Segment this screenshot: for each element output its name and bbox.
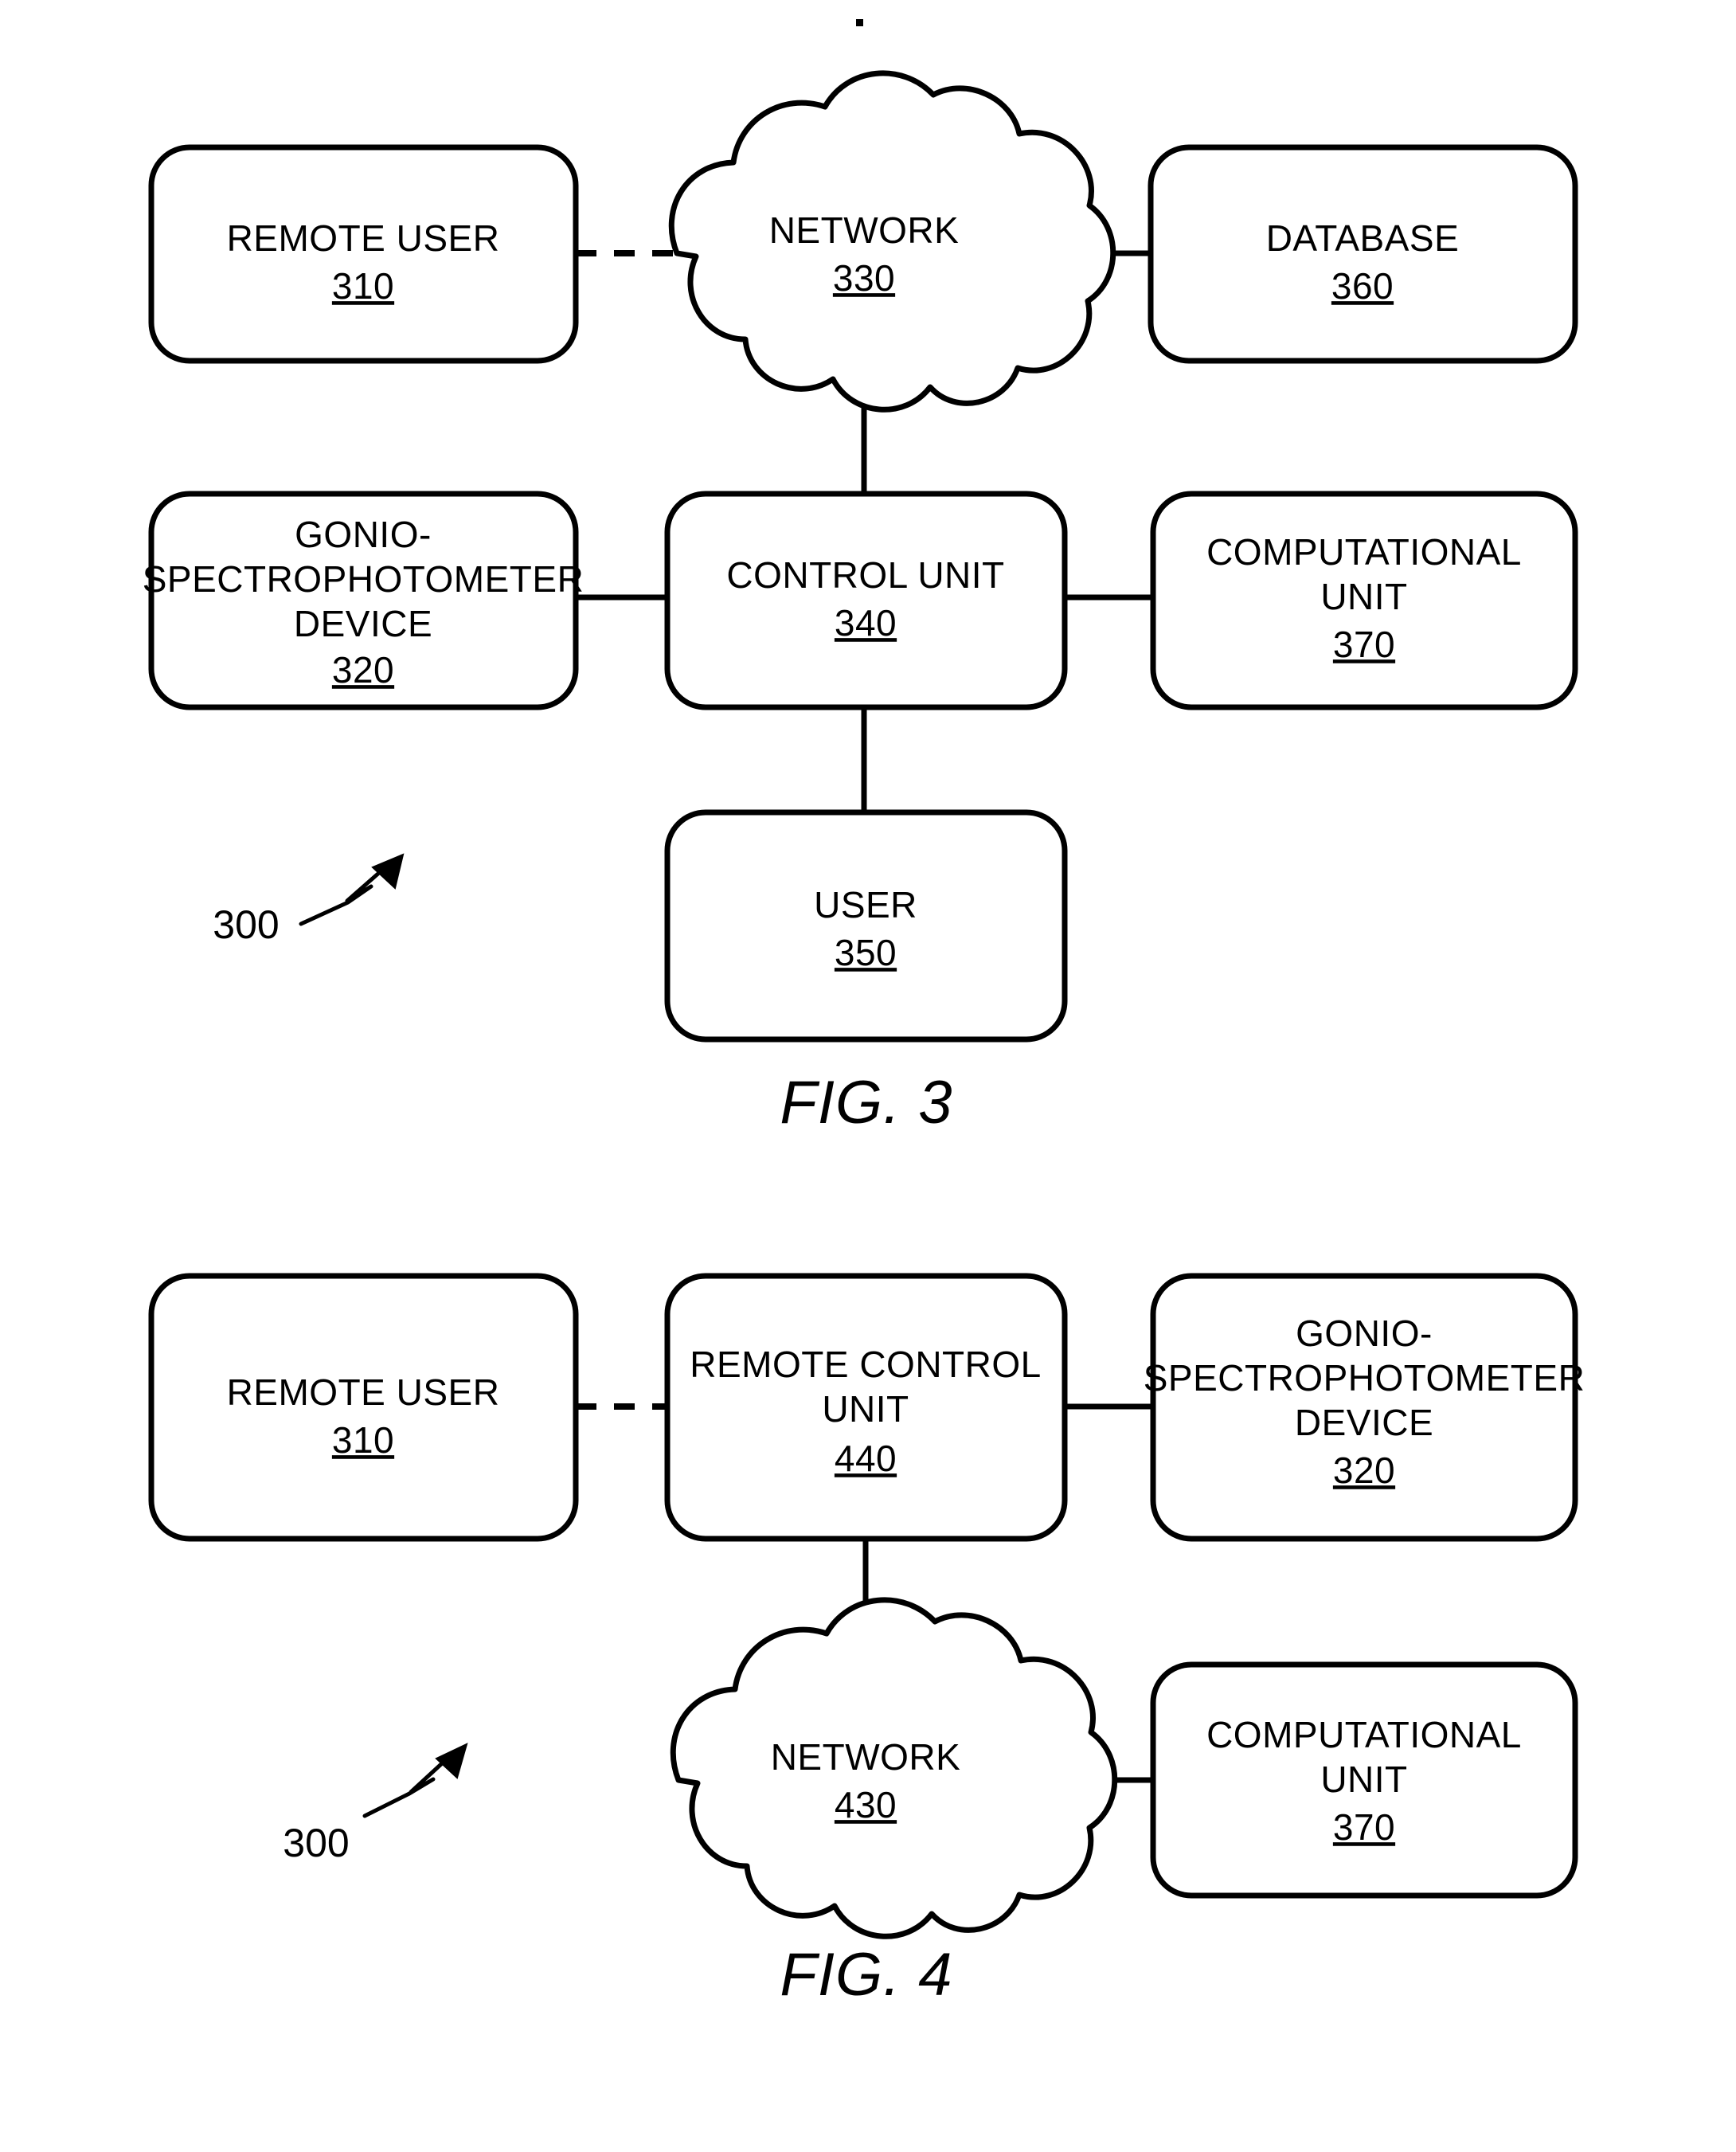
node-control-unit-340-box	[664, 491, 1068, 710]
figure-4: REMOTE USER 310 REMOTE CONTROL UNIT 440 …	[148, 1273, 1585, 2009]
node-computational-unit-370-fig4[interactable]: COMPUTATIONAL UNIT 370	[1150, 1661, 1578, 1899]
figure-3: REMOTE USER 310 NETWORK 330 DATABASE 360…	[143, 70, 1578, 1137]
node-gonio-320-number: 320	[332, 649, 394, 691]
figures-canvas: REMOTE USER 310 NETWORK 330 DATABASE 360…	[143, 19, 1585, 2009]
node-gonio-320-fig4-label-line-2: SPECTROPHOTOMETER	[1144, 1357, 1585, 1399]
node-remote-user-310-fig4[interactable]: REMOTE USER 310	[148, 1273, 579, 1542]
lead-arrow-head-fig4	[435, 1743, 468, 1779]
node-gonio-320-label-line-3: DEVICE	[294, 603, 432, 644]
node-computational-unit-370[interactable]: COMPUTATIONAL UNIT 370	[1150, 491, 1578, 710]
node-remote-user-310-label: REMOTE USER	[227, 217, 500, 259]
figure-3-caption: FIG. 3	[780, 1069, 952, 1137]
node-network-430[interactable]: NETWORK 430	[670, 1597, 1118, 1939]
reference-numeral-300-fig3: 300	[213, 853, 405, 947]
node-database-360[interactable]: DATABASE 360	[1148, 144, 1578, 364]
node-network-430-label: NETWORK	[771, 1736, 961, 1778]
lead-arrow-head-fig3	[371, 853, 405, 890]
node-gonio-320-label-line-2: SPECTROPHOTOMETER	[143, 558, 585, 600]
node-remote-control-unit-440-label-line-2: UNIT	[822, 1388, 909, 1430]
node-remote-user-310-number: 310	[332, 265, 394, 307]
reference-numeral-300-fig4: 300	[283, 1743, 468, 1865]
node-gonio-320-label-line-1: GONIO-	[295, 514, 432, 555]
node-remote-user-310-fig4-number: 310	[332, 1419, 394, 1461]
node-gonio-320-fig4-label-line-1: GONIO-	[1296, 1313, 1433, 1354]
node-database-360-label: DATABASE	[1266, 217, 1460, 259]
node-network-430-number: 430	[835, 1784, 897, 1825]
node-gonio-spectrophotometer-device-320-fig4[interactable]: GONIO- SPECTROPHOTOMETER DEVICE 320	[1144, 1273, 1585, 1542]
node-user-350-number: 350	[835, 932, 897, 973]
node-database-360-number: 360	[1331, 265, 1394, 307]
node-computational-unit-370-number: 370	[1333, 624, 1395, 665]
node-control-unit-340-label: CONTROL UNIT	[726, 554, 1004, 596]
node-gonio-320-fig4-label-line-3: DEVICE	[1295, 1402, 1433, 1443]
node-network-330-label: NETWORK	[769, 209, 960, 251]
node-user-350-label: USER	[814, 884, 917, 925]
node-computational-unit-370-fig4-number: 370	[1333, 1806, 1395, 1848]
node-computational-unit-370-fig4-label-line-2: UNIT	[1320, 1759, 1407, 1800]
node-control-unit-340-number: 340	[835, 602, 897, 644]
figure-4-caption: FIG. 4	[780, 1941, 952, 2009]
node-remote-control-unit-440[interactable]: REMOTE CONTROL UNIT 440	[664, 1273, 1068, 1542]
node-remote-control-unit-440-number: 440	[835, 1438, 897, 1479]
node-computational-unit-370-label-line-1: COMPUTATIONAL	[1206, 531, 1522, 573]
node-user-350-box	[664, 809, 1068, 1043]
reference-numeral-300-label-fig3: 300	[213, 902, 279, 947]
node-gonio-spectrophotometer-device-320[interactable]: GONIO- SPECTROPHOTOMETER DEVICE 320	[143, 491, 585, 710]
node-remote-control-unit-440-label-line-1: REMOTE CONTROL	[690, 1344, 1041, 1385]
patent-drawing-sheet: REMOTE USER 310 NETWORK 330 DATABASE 360…	[0, 0, 1736, 2152]
node-remote-user-310-fig4-label: REMOTE USER	[227, 1371, 500, 1413]
reference-numeral-300-label-fig4: 300	[283, 1821, 349, 1865]
scan-speck	[856, 19, 863, 26]
node-network-330-number: 330	[833, 257, 895, 299]
node-network-330[interactable]: NETWORK 330	[668, 70, 1116, 413]
node-remote-user-310[interactable]: REMOTE USER 310	[148, 144, 579, 364]
node-user-350[interactable]: USER 350	[664, 809, 1068, 1043]
node-control-unit-340[interactable]: CONTROL UNIT 340	[664, 491, 1068, 710]
node-computational-unit-370-label-line-2: UNIT	[1320, 576, 1407, 617]
node-computational-unit-370-fig4-label-line-1: COMPUTATIONAL	[1206, 1714, 1522, 1755]
node-gonio-320-fig4-number: 320	[1333, 1450, 1395, 1491]
